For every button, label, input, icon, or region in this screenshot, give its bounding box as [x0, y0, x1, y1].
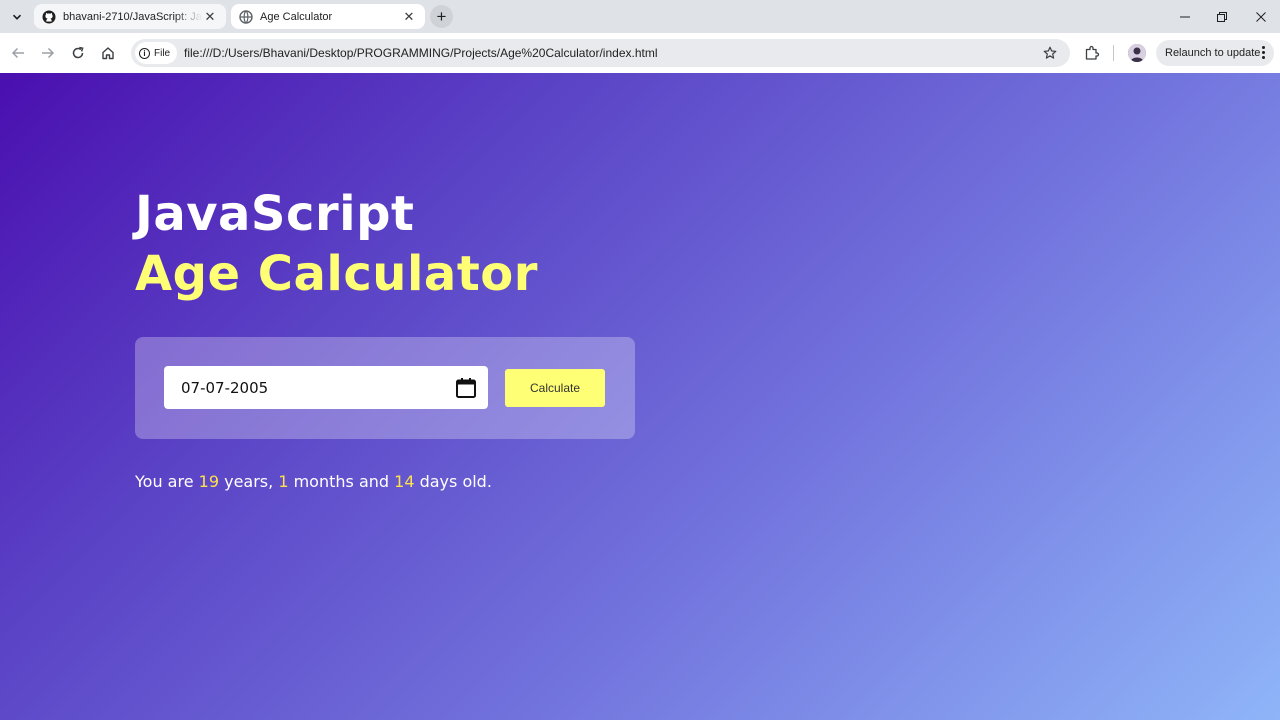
tab-strip: bhavani-2710/JavaScript: JavaS ✕ Age Cal… — [0, 0, 1280, 33]
page-title-line1: JavaScript — [135, 186, 415, 242]
result-months-label: months and — [293, 472, 390, 491]
tab-github[interactable]: bhavani-2710/JavaScript: JavaS ✕ — [34, 4, 226, 29]
arrow-right-icon — [42, 47, 55, 59]
star-icon — [1043, 46, 1057, 59]
extensions-button[interactable] — [1083, 44, 1101, 62]
close-icon[interactable]: ✕ — [401, 9, 417, 25]
close-icon — [1256, 12, 1266, 22]
toolbar-divider — [1113, 45, 1114, 61]
window-close-button[interactable] — [1250, 6, 1272, 28]
relaunch-label: Relaunch to update — [1165, 47, 1261, 59]
tab-search-button[interactable] — [6, 6, 28, 28]
restore-icon — [1217, 12, 1227, 22]
globe-icon — [239, 9, 253, 24]
github-icon — [42, 10, 56, 24]
result-years: 19 — [198, 472, 219, 491]
chevron-down-icon — [12, 14, 22, 20]
page-title-line2: Age Calculator — [135, 246, 538, 302]
calendar-icon[interactable] — [455, 377, 477, 399]
site-info-chip[interactable]: i File — [135, 42, 177, 64]
new-tab-button[interactable]: + — [430, 5, 453, 28]
reload-icon — [72, 46, 84, 59]
plus-icon: + — [436, 6, 447, 26]
page-content: JavaScript Age Calculator 07-07-2005 Cal… — [0, 73, 1280, 720]
calculate-button[interactable]: Calculate — [505, 369, 605, 407]
relaunch-button[interactable]: Relaunch to update — [1156, 40, 1274, 66]
reload-button[interactable] — [66, 41, 90, 65]
restore-button[interactable] — [1211, 6, 1233, 28]
home-button[interactable] — [96, 41, 120, 65]
tab-age-calculator[interactable]: Age Calculator ✕ — [231, 4, 425, 29]
birthdate-input[interactable]: 07-07-2005 — [164, 366, 488, 409]
result-days-label: days old. — [419, 472, 492, 491]
profile-avatar[interactable] — [1128, 44, 1146, 62]
puzzle-icon — [1085, 45, 1100, 60]
arrow-left-icon — [11, 47, 24, 59]
close-icon[interactable]: ✕ — [202, 9, 218, 25]
result-months: 1 — [278, 472, 289, 491]
scheme-label: File — [154, 47, 171, 59]
minimize-button[interactable] — [1174, 6, 1196, 28]
url-text[interactable]: file:///D:/Users/Bhavani/Desktop/PROGRAM… — [184, 46, 658, 60]
result-prefix: You are — [135, 472, 194, 491]
result-years-label: years, — [224, 472, 274, 491]
age-result: You are 19 years, 1 months and 14 days o… — [135, 472, 492, 491]
home-icon — [102, 47, 114, 60]
tab-title: Age Calculator — [260, 10, 333, 23]
result-days: 14 — [394, 472, 415, 491]
tab-title: bhavani-2710/JavaScript: JavaS — [63, 10, 202, 23]
more-menu-icon[interactable] — [1262, 46, 1265, 59]
forward-button[interactable] — [36, 41, 60, 65]
input-card: 07-07-2005 Calculate — [135, 337, 635, 439]
date-value: 07-07-2005 — [181, 378, 269, 397]
profile-icon — [1128, 44, 1146, 62]
minimize-icon — [1180, 16, 1190, 18]
bookmark-star-button[interactable] — [1041, 44, 1059, 62]
info-icon: i — [139, 47, 150, 59]
back-button[interactable] — [6, 41, 30, 65]
